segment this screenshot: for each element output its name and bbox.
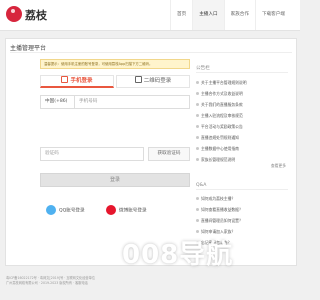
qq-login-label: QQ账号登录 [59, 208, 85, 214]
announcement-item[interactable]: 主播数据中心使用指南 [196, 143, 288, 154]
nav-download-client[interactable]: 下载客户端 [254, 0, 291, 30]
qrcode-icon [134, 76, 142, 83]
qa-item[interactable]: 如何成为荔枝主播？ [196, 193, 288, 204]
tab-phone-login[interactable]: 手机登录 [40, 75, 114, 88]
lychee-logo-icon[interactable] [6, 6, 22, 22]
title-divider [10, 52, 292, 53]
announcements-list: 关于主播平台管理规则说明 主播合作方式及收益说明 关于我们的直播服务条款 主播入… [196, 77, 288, 165]
weibo-icon [106, 205, 116, 215]
nav-home[interactable]: 首页 [170, 0, 192, 30]
footer: 粤ICP备16022172号 · 粤网文[2019]号 · 互联网文化经营单位 … [6, 276, 186, 286]
announcement-item[interactable]: 平台活动与奖励政策公告 [196, 121, 288, 132]
phone-input[interactable]: 手机号码 [79, 96, 97, 108]
nav-anchor-entry[interactable]: 主播入口 [192, 0, 224, 30]
announcement-item[interactable]: 主播入驻流程及审核规范 [196, 110, 288, 121]
brand-name[interactable]: 荔枝 [25, 7, 47, 23]
verification-code-placeholder: 验证码 [45, 151, 59, 156]
phone-icon [61, 76, 69, 83]
info-sidebar: 公告栏 关于主播平台管理规则说明 主播合作方式及收益说明 关于我们的直播服务条款… [196, 59, 288, 259]
login-button[interactable]: 登录 [40, 173, 190, 187]
tab-qrcode-login-label: 二维码登录 [143, 78, 172, 84]
country-code-select[interactable]: 中国(+86) [41, 96, 75, 108]
qq-login-link[interactable]: QQ账号登录 [46, 205, 85, 219]
announcement-item[interactable]: 主播合作方式及收益说明 [196, 88, 288, 99]
tab-phone-login-label: 手机登录 [70, 78, 93, 84]
announcements-title: 公告栏 [196, 65, 288, 73]
top-navigation-bar: 荔枝 首页 主播入口 家族合作 下载客户端 [0, 0, 300, 31]
announcement-item[interactable]: 直播违规处罚规则通知 [196, 132, 288, 143]
view-more-link[interactable]: 查看更多 [271, 163, 286, 169]
watermark: 008导航 [122, 240, 234, 270]
main-nav: 首页 主播入口 家族合作 下载客户端 [170, 0, 291, 30]
verification-code-input[interactable]: 验证码 [40, 147, 144, 161]
login-panel: 主播管理平台 温馨提示：使用手机注册的账号登录，可使用荔枝App扫描下方二维码。… [5, 38, 297, 266]
get-code-button[interactable]: 获取验证码 [148, 147, 190, 161]
page-title: 主播管理平台 [10, 45, 47, 52]
qq-icon [46, 205, 56, 215]
qa-item[interactable]: 直播间管理员如何设置？ [196, 215, 288, 226]
weibo-login-link[interactable]: 微博账号登录 [106, 205, 147, 219]
login-tabs: 手机登录 二维码登录 [40, 75, 190, 89]
announcement-item[interactable]: 关于主播平台管理规则说明 [196, 77, 288, 88]
announcement-item[interactable]: 关于我们的直播服务条款 [196, 99, 288, 110]
tab-qrcode-login[interactable]: 二维码登录 [116, 75, 190, 88]
qa-item[interactable]: 如何查看直播收益数据？ [196, 204, 288, 215]
login-form-area: 温馨提示：使用手机注册的账号登录，可使用荔枝App扫描下方二维码。 手机登录 二… [40, 59, 190, 259]
nav-family-cooperation[interactable]: 家族合作 [223, 0, 255, 30]
weibo-login-label: 微博账号登录 [119, 208, 147, 214]
notice-banner: 温馨提示：使用手机注册的账号登录，可使用荔枝App扫描下方二维码。 [40, 59, 190, 69]
phone-input-row: 中国(+86) 手机号码 [40, 95, 190, 109]
qa-title: Q&A [196, 183, 288, 190]
footer-line: 广州荔枝网络有限公司 · 2019-2023 版权所有 · 客服电话 [6, 281, 88, 285]
